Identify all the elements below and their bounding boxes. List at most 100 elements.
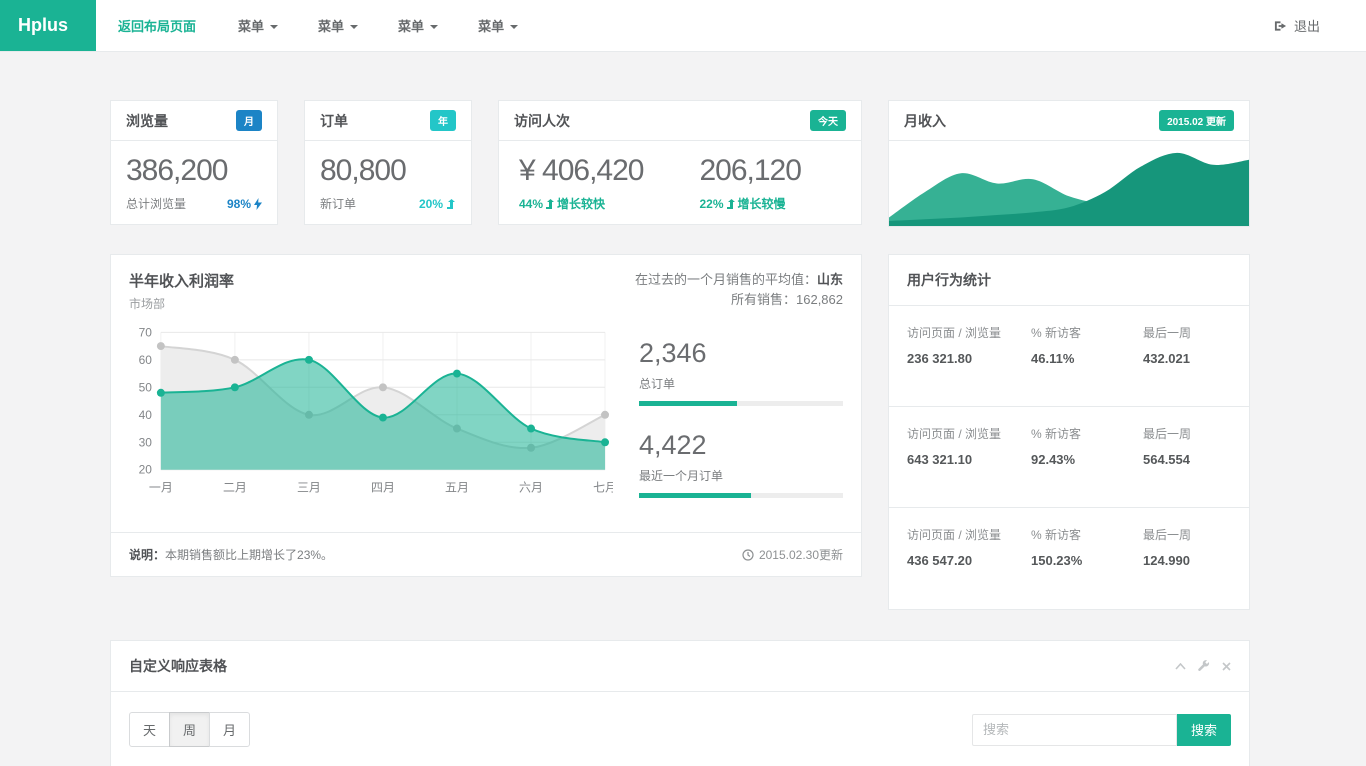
nav-back-link[interactable]: 返回布局页面 [96,0,218,51]
summary-label: 在过去的一个月销售的平均值： [635,272,817,287]
pageviews-cell: 访问页面 / 浏览量 236 321.80 [907,325,1031,390]
panel-subtitle: 市场部 [129,295,234,312]
behavior-row: 访问页面 / 浏览量 236 321.80 % 新访客 46.11% 最后一周 … [889,306,1249,407]
nav-menu-bar: 返回布局页面 菜单 菜单 菜单 菜单 [96,0,538,51]
bolt-icon [254,198,262,210]
period-badge: 今天 [810,110,846,131]
svg-text:50: 50 [139,380,153,394]
stat-trend: 98% [227,197,262,211]
close-button[interactable] [1222,662,1231,671]
wrench-icon [1198,660,1210,672]
month-orders-label: 最近一个月订单 [639,467,843,484]
nav-menu-label: 菜单 [318,16,344,35]
pageviews-label: 访问页面 / 浏览量 [907,527,1031,544]
brand-logo[interactable]: Hplus [0,0,96,51]
logout-button[interactable]: 退出 [1254,16,1340,35]
update-badge: 2015.02 更新 [1159,110,1234,131]
svg-text:三月: 三月 [297,481,321,495]
stat-value: ¥ 406,420 [519,154,643,188]
panel-title: 用户行为统计 [907,272,991,288]
stat-card-body: ¥ 406,420 44% 增长较快 206,120 22% 增长较慢 [499,141,861,224]
svg-text:二月: 二月 [223,481,247,495]
chevron-down-icon [270,25,278,29]
nav-menu-label: 菜单 [478,16,504,35]
trend-value: 20% [419,197,443,211]
updated-text: 2015.02.30更新 [759,546,843,563]
level-up-icon [446,199,456,209]
stat-trend: 44% 增长较快 [519,195,643,212]
trend-desc: 增长较慢 [738,195,786,212]
pageviews-value: 436 547.20 [907,553,1031,568]
level-up-icon [545,199,555,209]
stat-title: 订单 [320,111,348,131]
last-week-label: 最后一周 [1143,527,1231,544]
period-badge: 月 [236,110,262,131]
nav-menu-2[interactable]: 菜单 [298,0,378,51]
sales-panel-footer: 说明：本期销售额比上期增长了23%。 2015.02.30更新 [111,532,861,576]
stat-trend: 20% [419,197,456,211]
range-day-button[interactable]: 天 [129,712,170,747]
stat-value: 80,800 [320,154,456,188]
last-week-cell: 最后一周 564.554 [1143,426,1231,491]
behavior-row: 访问页面 / 浏览量 643 321.10 % 新访客 92.43% 最后一周 … [889,407,1249,508]
nav-right: 退出 [1254,0,1366,51]
sales-summary: 在过去的一个月销售的平均值：山东 所有销售：162,862 [635,270,843,312]
stat-card-body: 80,800 新订单 20% [305,141,471,224]
panel-title: 自定义响应表格 [129,656,227,676]
range-month-button[interactable]: 月 [209,712,250,747]
svg-text:20: 20 [139,463,153,477]
month-orders-value: 4,422 [639,430,843,461]
order-stats: 2,346 总订单 4,422 最近一个月订单 [613,324,843,522]
range-week-button[interactable]: 周 [169,712,210,747]
new-visitors-label: % 新访客 [1031,527,1143,544]
progress-fill [639,493,751,498]
search-input[interactable] [972,714,1177,746]
top-navbar: Hplus 返回布局页面 菜单 菜单 菜单 菜单 退出 [0,0,1366,52]
nav-menu-3[interactable]: 菜单 [378,0,458,51]
pageviews-label: 访问页面 / 浏览量 [907,426,1031,443]
trend-desc: 增长较快 [557,195,605,212]
total-orders-label: 总订单 [639,375,843,392]
last-week-value: 564.554 [1143,452,1231,467]
behavior-panel-header: 用户行为统计 [889,255,1249,306]
behavior-row: 访问页面 / 浏览量 436 547.20 % 新访客 150.23% 最后一周… [889,508,1249,609]
table-toolbar: 天 周 月 搜索 [129,712,1231,747]
panel-title: 半年收入利润率 [129,270,234,291]
collapse-button[interactable] [1175,663,1186,670]
svg-text:四月: 四月 [371,481,395,495]
middle-row: 半年收入利润率 市场部 在过去的一个月销售的平均值：山东 所有销售：162,86… [110,254,1250,610]
new-visitors-label: % 新访客 [1031,426,1143,443]
footnote-label: 说明： [129,548,165,562]
stat-trend: 22% 增长较慢 [699,195,800,212]
table-row-section: 自定义响应表格 天 周 [110,640,1250,766]
sales-panel: 半年收入利润率 市场部 在过去的一个月销售的平均值：山东 所有销售：162,86… [110,254,862,577]
stat-card-header: 订单 年 [305,101,471,141]
stats-row: 浏览量 月 386,200 总计浏览量 98% 订单 年 80, [110,100,1250,227]
nav-menu-1[interactable]: 菜单 [218,0,298,51]
svg-text:七月: 七月 [593,481,613,495]
search-button[interactable]: 搜索 [1177,714,1231,746]
nav-menu-label: 菜单 [238,16,264,35]
clock-icon [742,549,754,561]
chevron-down-icon [350,25,358,29]
svg-text:30: 30 [139,435,153,449]
pageviews-value: 236 321.80 [907,351,1031,366]
table-panel-header: 自定义响应表格 [111,641,1249,692]
close-icon [1222,662,1231,671]
total-orders-progress [639,401,843,406]
last-week-label: 最后一周 [1143,426,1231,443]
page-content: 浏览量 月 386,200 总计浏览量 98% 订单 年 80, [110,100,1250,766]
trend-value: 44% [519,197,543,211]
sales-panel-body: 一月二月三月四月五月六月七月203040506070 2,346 总订单 4,4… [111,318,861,522]
total-sales-value: 162,862 [796,292,843,307]
chevron-up-icon [1175,663,1186,670]
stat-label: 新订单 [320,195,356,212]
svg-text:六月: 六月 [519,481,543,495]
stat-card-visits: 访问人次 今天 ¥ 406,420 44% 增长较快 206,120 22% [498,100,862,225]
nav-menu-4[interactable]: 菜单 [458,0,538,51]
settings-button[interactable] [1198,660,1210,672]
new-visitors-cell: % 新访客 92.43% [1031,426,1143,491]
visits-count-col: 206,120 22% 增长较慢 [699,154,800,212]
total-sales-label: 所有销售： [731,292,796,307]
logout-label: 退出 [1294,16,1320,35]
